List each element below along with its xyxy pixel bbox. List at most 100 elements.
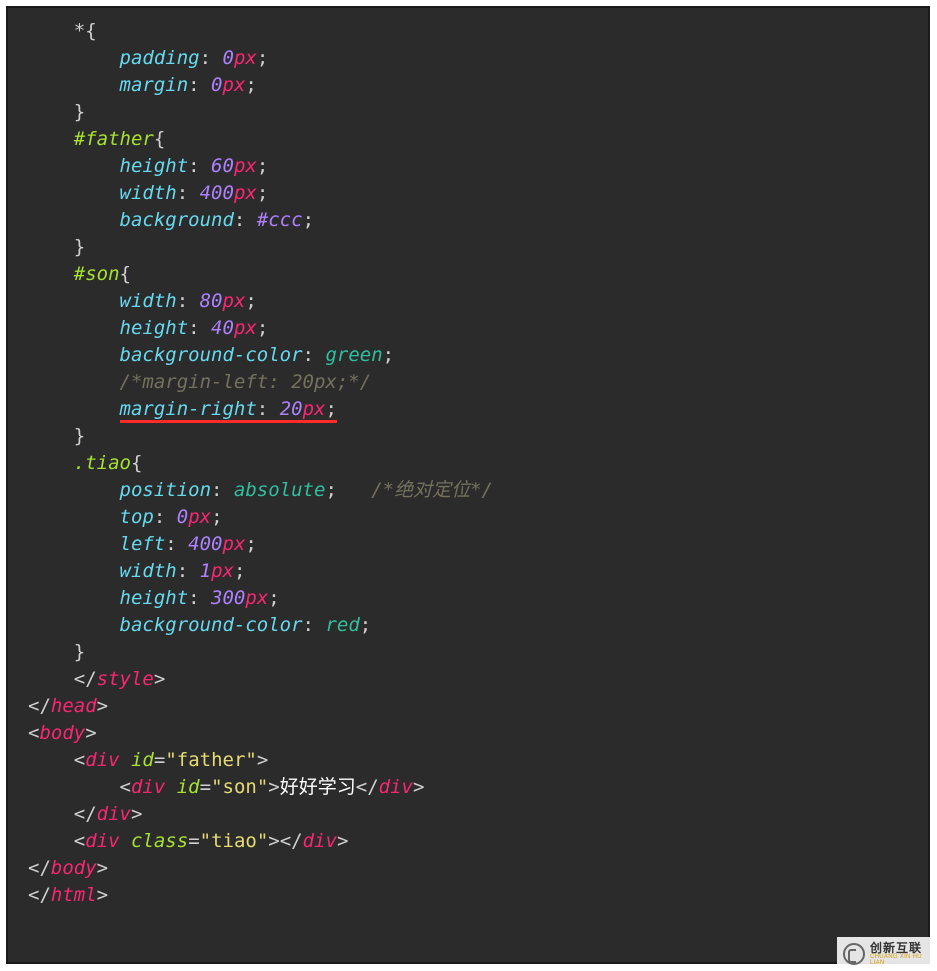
code-token: 300 bbox=[211, 587, 245, 609]
code-token: ; bbox=[245, 74, 256, 96]
code-editor-frame: *{ padding: 0px; margin: 0px; } #father{… bbox=[6, 6, 930, 964]
code-token: height bbox=[120, 587, 189, 609]
code-token: { bbox=[131, 452, 142, 474]
code-token: background-color bbox=[120, 614, 303, 636]
code-token: "son" bbox=[211, 776, 268, 798]
code-token: ></ bbox=[268, 830, 302, 852]
code-token: 0 bbox=[222, 47, 233, 69]
watermark: 创新互联 CHUANG XIN HU LIAN bbox=[837, 937, 937, 971]
code-token: width bbox=[120, 560, 177, 582]
code-token: ; bbox=[325, 479, 371, 501]
code-token: px bbox=[223, 290, 246, 312]
code-token: </ bbox=[356, 776, 379, 798]
code-token: > bbox=[131, 803, 142, 825]
code-token: } bbox=[74, 641, 85, 663]
code-token: 0 bbox=[177, 506, 188, 528]
code-token: px bbox=[223, 74, 246, 96]
code-token: > bbox=[97, 857, 108, 879]
code-token: : bbox=[177, 182, 200, 204]
code-token: background bbox=[120, 209, 234, 231]
code-token: = bbox=[188, 830, 199, 852]
code-token: ; bbox=[360, 614, 371, 636]
code-token: : bbox=[257, 398, 280, 423]
code-token: ; bbox=[257, 317, 268, 339]
code-token: </ bbox=[28, 884, 51, 906]
code-token: : bbox=[188, 155, 211, 177]
code-token: > bbox=[413, 776, 424, 798]
code-token: : bbox=[177, 560, 200, 582]
code-token: height bbox=[120, 317, 189, 339]
code-token: 0 bbox=[211, 74, 222, 96]
code-block[interactable]: *{ padding: 0px; margin: 0px; } #father{… bbox=[8, 18, 928, 909]
code-token: position bbox=[120, 479, 212, 501]
code-token: </ bbox=[74, 668, 97, 690]
code-token: ; bbox=[211, 506, 222, 528]
code-token: #father bbox=[74, 128, 154, 150]
code-token: > bbox=[97, 695, 108, 717]
code-token: </ bbox=[28, 695, 51, 717]
code-token: *{ bbox=[74, 20, 97, 42]
code-token: : bbox=[303, 344, 326, 366]
code-token: /*绝对定位*/ bbox=[371, 479, 493, 501]
code-token: red bbox=[325, 614, 359, 636]
code-token: top bbox=[120, 506, 154, 528]
code-token: px bbox=[234, 182, 257, 204]
code-token: : bbox=[234, 209, 257, 231]
code-token: > bbox=[97, 884, 108, 906]
code-token: ; bbox=[325, 398, 336, 423]
code-token: id bbox=[120, 749, 154, 771]
code-token: ; bbox=[245, 533, 256, 555]
code-token: ; bbox=[257, 47, 268, 69]
code-token: { bbox=[154, 128, 165, 150]
code-token: background-color bbox=[120, 344, 303, 366]
code-token: px bbox=[188, 506, 211, 528]
code-token: absolute bbox=[234, 479, 326, 501]
code-token: 60 bbox=[211, 155, 234, 177]
code-token: #ccc bbox=[257, 209, 303, 231]
code-token: } bbox=[74, 101, 85, 123]
code-token: px bbox=[211, 560, 234, 582]
code-token: green bbox=[325, 344, 382, 366]
code-token: ; bbox=[257, 182, 268, 204]
code-token: > bbox=[257, 749, 268, 771]
code-token: div bbox=[97, 803, 131, 825]
code-token: < bbox=[120, 776, 131, 798]
code-token: = bbox=[200, 776, 211, 798]
code-token: < bbox=[74, 749, 85, 771]
code-token: : bbox=[188, 317, 211, 339]
code-token: : bbox=[177, 290, 200, 312]
code-token: < bbox=[28, 722, 39, 744]
code-token: px bbox=[303, 398, 326, 423]
code-token: margin bbox=[120, 74, 189, 96]
code-token: : bbox=[188, 587, 211, 609]
code-token: > bbox=[268, 776, 279, 798]
code-token: ; bbox=[268, 587, 279, 609]
code-token: 1 bbox=[200, 560, 211, 582]
code-token: } bbox=[74, 425, 85, 447]
code-token: } bbox=[74, 236, 85, 258]
code-token: div bbox=[85, 749, 119, 771]
code-token: </ bbox=[74, 803, 97, 825]
code-token: > bbox=[337, 830, 348, 852]
code-token: id bbox=[165, 776, 199, 798]
code-token: div bbox=[131, 776, 165, 798]
code-token: px bbox=[234, 155, 257, 177]
code-token: : bbox=[165, 533, 188, 555]
code-token: : bbox=[200, 47, 223, 69]
code-token: ; bbox=[383, 344, 394, 366]
code-token: ; bbox=[257, 155, 268, 177]
code-token: div bbox=[85, 830, 119, 852]
code-token: ; bbox=[303, 209, 314, 231]
code-token: ; bbox=[245, 290, 256, 312]
code-token: { bbox=[120, 263, 131, 285]
code-token: width bbox=[120, 290, 177, 312]
code-token: 好好学习 bbox=[280, 776, 356, 798]
code-token: 80 bbox=[200, 290, 223, 312]
code-token: margin-right bbox=[120, 398, 257, 423]
code-token: px bbox=[234, 317, 257, 339]
code-token: class bbox=[120, 830, 189, 852]
code-token: </ bbox=[28, 857, 51, 879]
code-token: : bbox=[188, 74, 211, 96]
code-token: : bbox=[154, 506, 177, 528]
code-token: width bbox=[120, 182, 177, 204]
